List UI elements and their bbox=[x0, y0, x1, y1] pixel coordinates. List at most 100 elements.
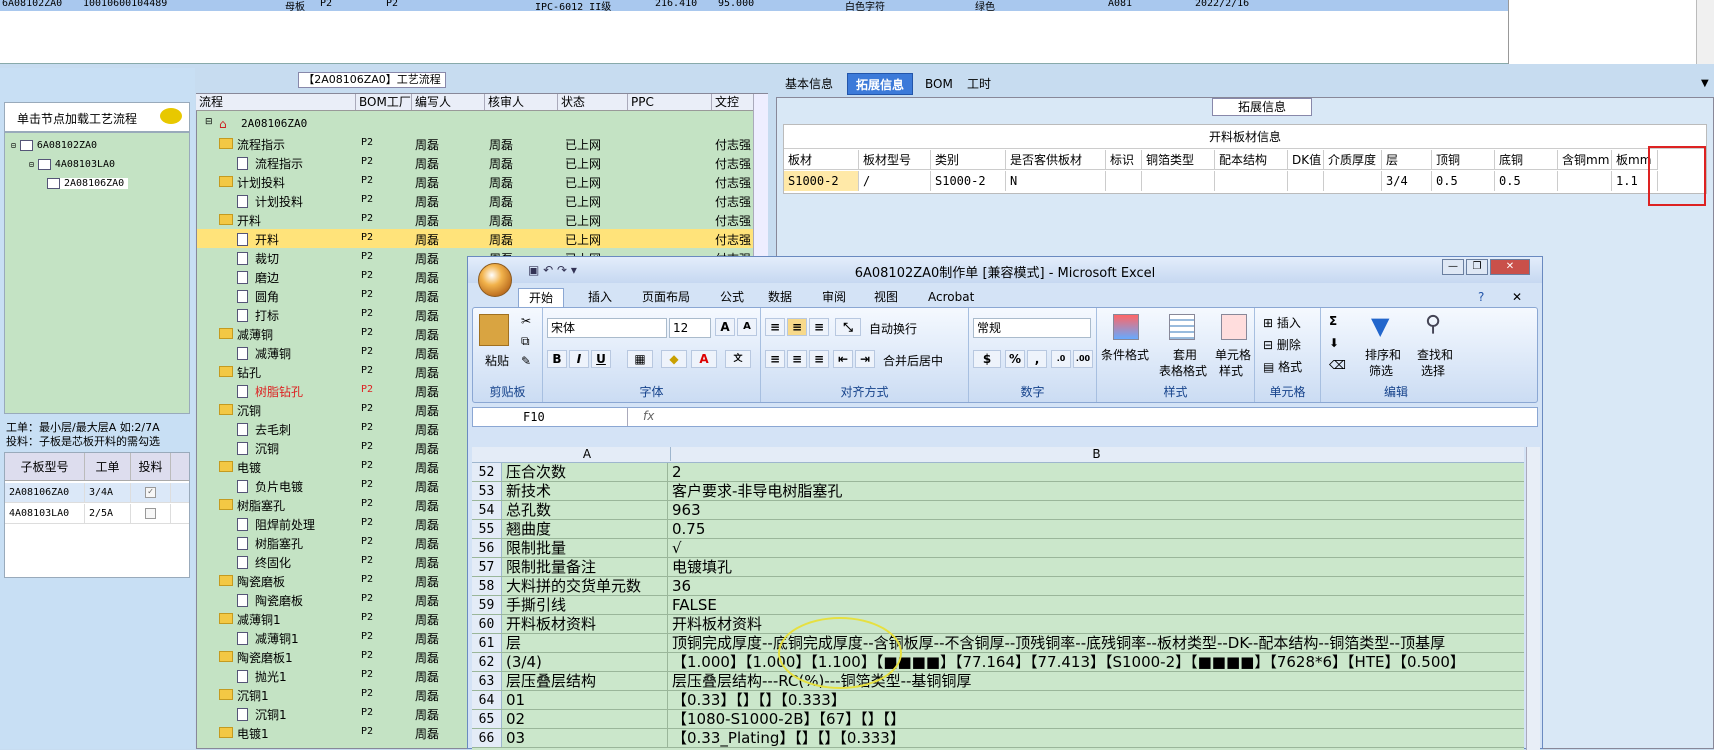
paste-icon[interactable] bbox=[479, 314, 509, 346]
autosum-icon[interactable]: Σ bbox=[1329, 314, 1337, 328]
cell-style-label-1[interactable]: 单元格 bbox=[1215, 346, 1251, 363]
sort-filter-label-1[interactable]: 排序和 bbox=[1365, 346, 1401, 363]
font-color-icon[interactable]: A bbox=[691, 350, 717, 368]
row-number[interactable]: 66 bbox=[472, 729, 502, 747]
cut-icon[interactable]: ✂ bbox=[521, 314, 531, 328]
tab-data[interactable]: 数据 bbox=[758, 288, 802, 307]
tab-bom[interactable]: BOM bbox=[917, 73, 961, 95]
close-button[interactable]: ✕ bbox=[1490, 259, 1530, 275]
sub-board-table[interactable]: 子板型号 工单 投料 2A08106ZA0 3/4A ✓ 4A08103LA0 … bbox=[4, 452, 190, 578]
worksheet-row[interactable]: 52 压合次数 2 bbox=[472, 463, 1524, 482]
top-grid-scrollbar[interactable] bbox=[1696, 0, 1714, 64]
comma-button[interactable]: , bbox=[1027, 350, 1047, 368]
cell-a[interactable]: 新技术 bbox=[504, 482, 668, 500]
material-cell[interactable]: 0.5 bbox=[1495, 171, 1558, 191]
shrink-font-icon[interactable]: A bbox=[737, 318, 757, 336]
cell-b[interactable]: 客户要求-非导电树脂塞孔 bbox=[670, 482, 1522, 500]
table-row[interactable]: 2A08106ZA0 3/4A ✓ bbox=[5, 483, 189, 503]
material-cell[interactable]: 3/4 bbox=[1382, 171, 1432, 191]
flow-row[interactable]: 计划投料 P2 周磊 周磊 已上网 付志强 bbox=[197, 191, 753, 210]
tab-view[interactable]: 视图 bbox=[864, 288, 908, 307]
cell-a[interactable]: 总孔数 bbox=[504, 501, 668, 519]
tab-acrobat[interactable]: Acrobat bbox=[918, 288, 984, 307]
tab-review[interactable]: 审阅 bbox=[812, 288, 856, 307]
cell-b[interactable]: √ bbox=[670, 539, 1522, 557]
help-icon[interactable]: ? bbox=[1468, 288, 1494, 307]
insert-button[interactable]: ⊞ 插入 bbox=[1263, 314, 1301, 331]
conditional-format-icon[interactable] bbox=[1113, 314, 1139, 340]
font-size-combo[interactable]: 12 bbox=[669, 318, 711, 338]
tab-page-layout[interactable]: 页面布局 bbox=[632, 288, 700, 307]
tree-node-selected[interactable]: 2A08106ZA0 bbox=[47, 178, 129, 189]
column-header-a[interactable]: A bbox=[504, 447, 670, 461]
cell-a[interactable]: 大料拼的交货单元数 bbox=[504, 577, 668, 595]
material-cell[interactable] bbox=[1558, 171, 1612, 191]
find-select-icon[interactable]: ⚲ bbox=[1425, 312, 1441, 337]
feed-checkbox[interactable] bbox=[145, 508, 156, 519]
conditional-format-button[interactable]: 条件格式 bbox=[1101, 346, 1149, 363]
flow-row[interactable]: 开料 P2 周磊 周磊 已上网 付志强 bbox=[197, 229, 753, 248]
currency-icon[interactable]: $ bbox=[973, 350, 1001, 368]
increase-indent-icon[interactable]: ⇥ bbox=[855, 350, 875, 368]
cell-b[interactable]: 2 bbox=[670, 463, 1522, 481]
cell-a[interactable]: 限制批量 bbox=[504, 539, 668, 557]
table-format-label-2[interactable]: 表格格式 bbox=[1159, 362, 1207, 379]
material-cell[interactable] bbox=[1288, 171, 1324, 191]
align-left-icon[interactable]: ≡ bbox=[765, 350, 785, 368]
material-cell[interactable]: N bbox=[1006, 171, 1106, 191]
table-row[interactable]: 4A08103LA0 2/5A bbox=[5, 504, 189, 524]
top-grid-selected-row[interactable]: 6A08102ZA0 10010600104489 母板 P2 P2 IPC-6… bbox=[0, 0, 1508, 11]
sort-filter-label-2[interactable]: 筛选 bbox=[1369, 362, 1393, 379]
material-cell[interactable]: S1000-2 bbox=[931, 171, 1006, 191]
worksheet-row[interactable]: 55 翘曲度 0.75 bbox=[472, 520, 1524, 539]
row-number[interactable]: 52 bbox=[472, 463, 502, 481]
align-top-icon[interactable]: ≡ bbox=[765, 318, 785, 336]
cell-b[interactable]: 36 bbox=[670, 577, 1522, 595]
job-tree[interactable]: ⊟ 6A08102ZA0 ⊟ 4A08103LA0 2A08106ZA0 bbox=[4, 132, 190, 414]
material-info-grid[interactable]: 开料板材信息 板材 S1000-2 板材型号 / 类别 S1000-2 是否客供板材 N 标识铜… bbox=[783, 124, 1707, 194]
worksheet-grid[interactable]: 52 压合次数 2 53 新技术 客户要求-非导电树脂塞孔 54 总孔数 963 55 翘曲度 0.7… bbox=[472, 463, 1524, 750]
worksheet-row[interactable]: 56 限制批量 √ bbox=[472, 539, 1524, 558]
cell-b[interactable]: 电镀填孔 bbox=[670, 558, 1522, 576]
worksheet-scrollbar[interactable] bbox=[1526, 447, 1540, 750]
cell-a[interactable]: 翘曲度 bbox=[504, 520, 668, 538]
decrease-indent-icon[interactable]: ⇤ bbox=[833, 350, 853, 368]
material-cell[interactable] bbox=[1142, 171, 1215, 191]
tab-insert[interactable]: 插入 bbox=[578, 288, 622, 307]
cell-a[interactable]: 03 bbox=[504, 729, 668, 747]
cell-b[interactable]: 【0.33_Plating】【】【】【0.333】 bbox=[670, 729, 1522, 747]
bold-button[interactable]: B bbox=[547, 350, 567, 368]
excel-window[interactable]: 6A08102ZA0制作单 [兼容模式] - Microsoft Excel ▣… bbox=[467, 256, 1543, 750]
material-cell[interactable]: 0.5 bbox=[1432, 171, 1495, 191]
tab-hours[interactable]: 工时 bbox=[959, 73, 999, 95]
cell-b[interactable]: 963 bbox=[670, 501, 1522, 519]
material-cell[interactable]: / bbox=[859, 171, 931, 191]
ribbon-close-icon[interactable]: ✕ bbox=[1508, 288, 1526, 307]
row-number[interactable]: 63 bbox=[472, 672, 502, 690]
cell-style-icon[interactable] bbox=[1221, 314, 1247, 340]
material-cell[interactable] bbox=[1106, 171, 1142, 191]
worksheet-row[interactable]: 58 大料拼的交货单元数 36 bbox=[472, 577, 1524, 596]
worksheet-row[interactable]: 53 新技术 客户要求-非导电树脂塞孔 bbox=[472, 482, 1524, 501]
worksheet-row[interactable]: 60 开料板材资料 开料板材资料 bbox=[472, 615, 1524, 634]
cell-a[interactable]: 压合次数 bbox=[504, 463, 668, 481]
worksheet-row[interactable]: 54 总孔数 963 bbox=[472, 501, 1524, 520]
row-number[interactable]: 53 bbox=[472, 482, 502, 500]
wrap-text-button[interactable]: 自动换行 bbox=[869, 320, 917, 337]
phonetic-icon[interactable]: 文 bbox=[725, 350, 751, 368]
font-name-combo[interactable]: 宋体 bbox=[547, 318, 667, 338]
cell-b[interactable]: 0.75 bbox=[670, 520, 1522, 538]
align-center-icon[interactable]: ≡ bbox=[787, 350, 807, 368]
align-bottom-icon[interactable]: ≡ bbox=[809, 318, 829, 336]
copy-icon[interactable]: ⧉ bbox=[521, 334, 530, 349]
increase-decimal-icon[interactable]: .0 bbox=[1051, 350, 1071, 368]
find-select-label-2[interactable]: 选择 bbox=[1421, 362, 1445, 379]
flow-row[interactable]: 计划投料 P2 周磊 周磊 已上网 付志强 bbox=[197, 172, 753, 191]
row-number[interactable]: 55 bbox=[472, 520, 502, 538]
worksheet-row[interactable]: 57 限制批量备注 电镀填孔 bbox=[472, 558, 1524, 577]
flow-row[interactable]: 流程指示 P2 周磊 周磊 已上网 付志强 bbox=[197, 153, 753, 172]
table-format-icon[interactable] bbox=[1169, 314, 1195, 340]
row-number[interactable]: 60 bbox=[472, 615, 502, 633]
row-number[interactable]: 65 bbox=[472, 710, 502, 728]
cell-b[interactable]: FALSE bbox=[670, 596, 1522, 614]
